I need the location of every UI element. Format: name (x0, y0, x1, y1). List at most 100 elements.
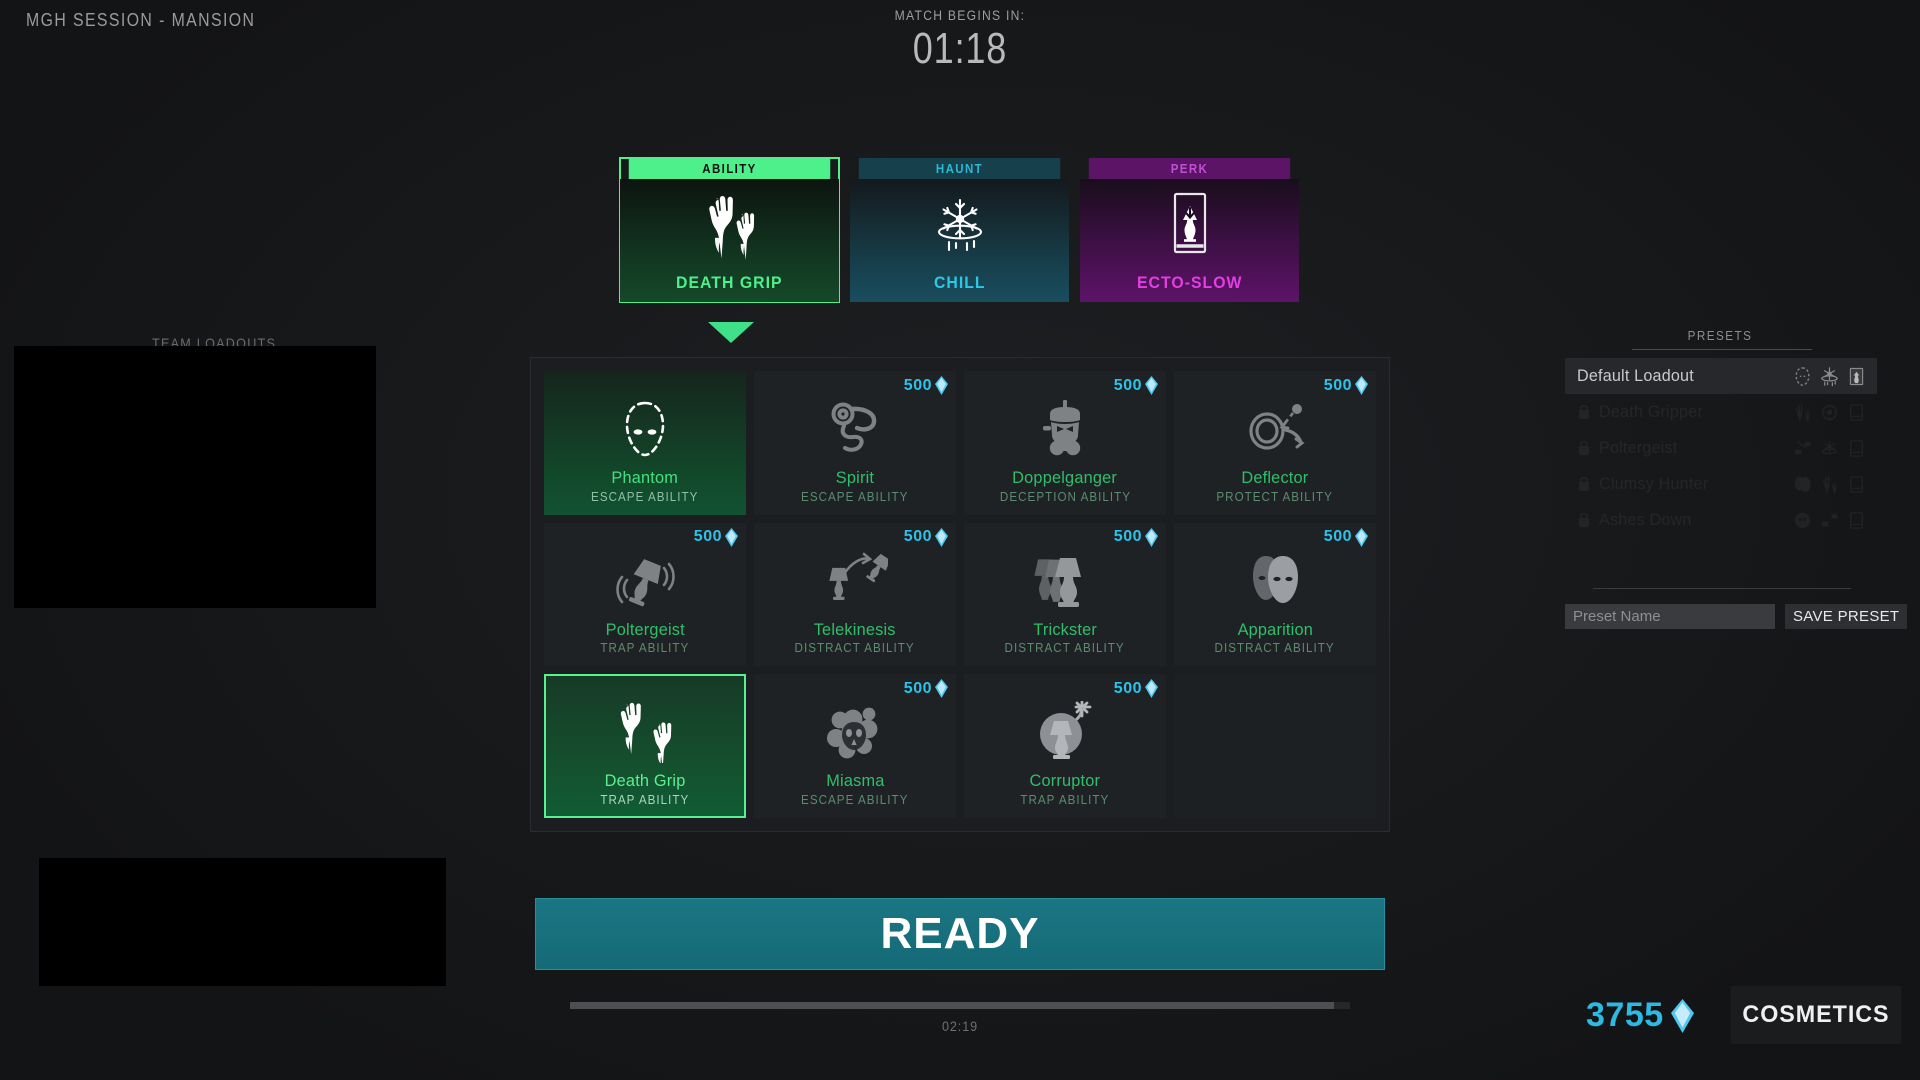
match-begins-label: MATCH BEGINS IN: (894, 8, 1026, 23)
ability-card-type: DISTRACT ABILITY (1004, 641, 1126, 656)
smoke-skull-icon (822, 701, 888, 763)
ability-card-name: Deflector (1241, 467, 1309, 487)
slot-perk-name: ECTO-SLOW (1136, 273, 1243, 292)
preset-row-death-gripper[interactable]: Death Gripper (1565, 394, 1877, 430)
presets-bottom-divider (1593, 588, 1851, 589)
lock-icon (1577, 404, 1591, 420)
preset-icon-group (1792, 474, 1867, 495)
ability-card-name: Phantom (611, 467, 679, 487)
dashed-mask-icon (612, 398, 678, 460)
ready-button[interactable]: READY (535, 898, 1385, 970)
snowflake-ring-icon (923, 190, 997, 260)
ability-card-type: TRAP ABILITY (600, 641, 690, 656)
ability-card-cost: 500 (1114, 679, 1158, 699)
cosmetics-button[interactable]: COSMETICS (1730, 986, 1902, 1044)
ability-card-cost: 500 (904, 527, 948, 547)
slot-perk-category: PERK (1088, 158, 1291, 179)
snowflake-ring-icon (1819, 366, 1840, 387)
card-icon (1846, 510, 1867, 531)
ready-progress-track (570, 1002, 1350, 1009)
ability-card-corruptor[interactable]: 500 Corruptor TRAP ABILITY (964, 674, 1166, 818)
loadout-screen: MGH SESSION - MANSION MATCH BEGINS IN: 0… (0, 0, 1920, 1080)
gem-icon (1145, 527, 1158, 547)
smoke-skull-icon (1792, 510, 1813, 531)
slot-haunt-name: CHILL (933, 273, 986, 292)
snowflake-ring-icon (1819, 438, 1840, 459)
preset-name: Default Loadout (1577, 366, 1694, 385)
preset-row-poltergeist[interactable]: Poltergeist (1565, 430, 1877, 466)
card-icon (1846, 438, 1867, 459)
ability-card-cost: 500 (694, 527, 738, 547)
ability-card-apparition[interactable]: 500 Apparition DISTRACT ABILITY (1174, 522, 1376, 667)
slot-haunt[interactable]: HAUNT CHILL (850, 158, 1069, 302)
thrown-lamp-icon (822, 550, 891, 612)
ability-card-miasma[interactable]: 500 Miasma ESCAPE ABILITY (754, 674, 956, 818)
ability-card-deflector[interactable]: 500 Deflector PROTECT ABILITY (1174, 371, 1376, 515)
ready-timer: 02:19 (941, 1018, 979, 1034)
card-icon (1846, 474, 1867, 495)
slot-ability-category: ABILITY (628, 158, 831, 179)
shaking-lamp-icon (612, 550, 678, 612)
claw-hands-icon (693, 190, 767, 260)
ability-card-type: ESCAPE ABILITY (801, 489, 909, 504)
ability-card-doppelganger[interactable]: 500 Doppelganger DECEPTION ABILITY (964, 371, 1166, 515)
ability-card-type: DISTRACT ABILITY (794, 641, 916, 656)
slot-ability[interactable]: ABILITY DEATH GRIP (619, 157, 840, 303)
gem-icon (725, 527, 738, 547)
ability-card-death-grip[interactable]: Death Grip TRAP ABILITY (544, 674, 746, 818)
gem-icon (1355, 376, 1368, 395)
redacted-region-lower-left (39, 858, 446, 986)
gem-icon (935, 376, 948, 395)
gem-icon (1145, 679, 1158, 699)
preset-icon-group (1792, 402, 1867, 423)
ability-card-name: Spirit (835, 467, 875, 487)
ability-card-type: ESCAPE ABILITY (801, 793, 909, 807)
preset-row-ashes-down[interactable]: Ashes Down (1565, 502, 1877, 538)
ability-card-telekinesis[interactable]: 500 Telekinesis DISTRACT ABILITY (754, 522, 956, 667)
ready-progress-fill (570, 1002, 1335, 1009)
gem-icon (935, 679, 948, 699)
ability-card-cost: 500 (904, 679, 948, 699)
ability-card-phantom[interactable]: Phantom ESCAPE ABILITY (544, 371, 746, 515)
preset-row-default-loadout[interactable]: Default Loadout (1565, 358, 1877, 394)
ability-card-trickster[interactable]: 500 Trickster DISTRACT ABILITY (964, 522, 1166, 667)
ability-card-cost: 500 (1114, 527, 1158, 547)
preset-name: Death Gripper (1599, 402, 1703, 421)
gem-icon (1670, 998, 1694, 1033)
redacted-region-team-loadouts (14, 346, 376, 608)
lamp-card-down-arrow-icon (1153, 190, 1227, 260)
triple-lamp-icon (1032, 550, 1098, 612)
ability-card-type: DISTRACT ABILITY (1214, 641, 1336, 656)
gramophone-icon (822, 398, 888, 460)
claw-hands-icon (1819, 474, 1840, 495)
ability-card-poltergeist[interactable]: 500 Poltergeist TRAP ABILITY (544, 522, 746, 667)
ability-card-spirit[interactable]: 500 Spirit ESCAPE ABILITY (754, 371, 956, 515)
ability-card-empty-slot (1174, 674, 1376, 818)
ability-card-cost: 500 (1114, 376, 1158, 395)
preset-name: Poltergeist (1599, 438, 1678, 457)
ability-card-name: Corruptor (1029, 771, 1101, 791)
ability-card-cost: 500 (1324, 527, 1368, 547)
preset-icon-group (1792, 438, 1867, 459)
ability-card-name: Poltergeist (605, 619, 685, 639)
preset-row-clumsy-hunter[interactable]: Clumsy Hunter (1565, 466, 1877, 502)
preset-name-input[interactable] (1565, 604, 1775, 629)
save-preset-button[interactable]: SAVE PRESET (1785, 604, 1908, 629)
slot-perk[interactable]: PERK ECTO-SLOW (1080, 158, 1299, 302)
thrown-lamp-icon (1819, 510, 1840, 531)
circle-target-icon (1819, 402, 1840, 423)
preset-name: Clumsy Hunter (1599, 474, 1709, 493)
slot-ability-body: DEATH GRIP (620, 179, 839, 302)
ability-card-name: Death Grip (604, 771, 686, 791)
slot-haunt-category: HAUNT (858, 158, 1061, 179)
gem-icon (1145, 376, 1158, 395)
preset-icon-group (1792, 510, 1867, 531)
ability-card-name: Doppelganger (1012, 467, 1118, 487)
double-face-icon (1792, 474, 1813, 495)
gas-mask-icon (1032, 398, 1098, 460)
thrown-lamp-icon (1792, 438, 1813, 459)
currency-amount: 3755 (1586, 996, 1664, 1034)
ability-card-type: ESCAPE ABILITY (591, 489, 699, 504)
claw-hands-icon (1792, 402, 1813, 423)
match-timer: 01:18 (912, 24, 1008, 73)
